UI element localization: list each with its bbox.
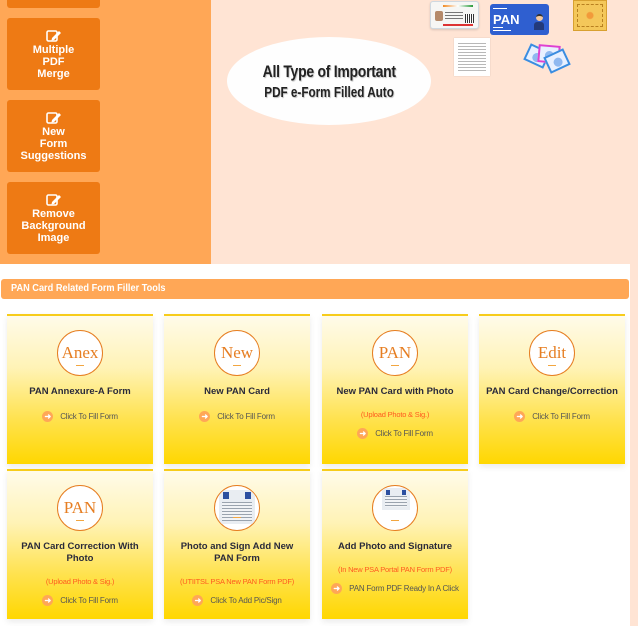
badge-text: Anex [61, 343, 99, 362]
button-label: New Form Suggestions [20, 125, 87, 162]
arrow-right-icon: ➜ [192, 595, 204, 606]
section-title: PAN Card Related Form Filler Tools [11, 283, 166, 294]
card-link[interactable]: ➜ Click To Fill Form [479, 411, 625, 422]
card-link[interactable]: ➜ Click To Fill Form [164, 411, 310, 422]
person-icon [534, 14, 544, 30]
pan-tools-section: PAN Card Related Form Filler Tools Anex … [0, 264, 630, 626]
link-text: Click To Fill Form [375, 429, 433, 438]
link-text: Click To Fill Form [60, 596, 118, 605]
card-link[interactable]: ➜ Click To Add Pic/Sign [164, 595, 310, 606]
link-text: Click To Add Pic/Sign [210, 596, 282, 605]
card-pan-annexure-a[interactable]: Anex PAN Annexure-A Form ➜ Click To Fill… [7, 314, 153, 464]
card-photo-sign-add-new-pan[interactable]: Photo and Sign Add New PAN Form (UTIITSL… [164, 469, 310, 619]
edit-icon [45, 111, 61, 124]
form-thumbnail-icon [372, 485, 418, 531]
banner-line-1: All Type of Important [262, 61, 396, 81]
remove-background-image-button[interactable]: Remove Background Image [7, 182, 100, 254]
card-title: PAN Card Correction With Photo [21, 541, 139, 564]
edit-icon [45, 29, 61, 42]
button-label: Remove Background Image [21, 207, 86, 244]
tools-sidebar: Multiple PDF Merge New Form Suggestions … [0, 0, 211, 264]
arrow-right-icon: ➜ [331, 583, 343, 594]
card-subtitle: (UTIITSL PSA New PAN Form PDF) [179, 577, 294, 586]
card-new-pan[interactable]: New New PAN Card ➜ Click To Fill Form [164, 314, 310, 464]
badge-text: PAN [63, 498, 97, 517]
arrow-right-icon: ➜ [42, 411, 54, 422]
card-link[interactable]: ➜ PAN Form PDF Ready In A Click [322, 583, 468, 594]
page-margin [630, 264, 638, 626]
link-text: Click To Fill Form [217, 412, 275, 421]
card-title: New PAN Card [204, 386, 270, 397]
badge-icon: New [214, 330, 260, 376]
button-label: Multiple PDF Merge [32, 43, 75, 80]
page: Multiple PDF Merge New Form Suggestions … [0, 0, 638, 626]
badge-icon: PAN [57, 485, 103, 531]
link-text: Click To Fill Form [532, 412, 590, 421]
badge-icon: PAN [372, 330, 418, 376]
document-image [454, 38, 490, 76]
form-thumbnail-icon [214, 485, 260, 531]
arrow-right-icon: ➜ [357, 428, 369, 439]
card-link[interactable]: ➜ Click To Fill Form [7, 595, 153, 606]
new-form-suggestions-button[interactable]: New Form Suggestions [7, 100, 100, 172]
card-subtitle: (Upload Photo & Sig.) [45, 577, 115, 586]
section-header: PAN Card Related Form Filler Tools [1, 279, 629, 299]
certificate-image [573, 0, 607, 31]
card-title: New PAN Card with Photo [336, 386, 454, 397]
badge-text: Edit [537, 343, 567, 362]
link-text: PAN Form PDF Ready In A Click [349, 584, 459, 593]
sidebar-button-partial[interactable] [7, 0, 100, 8]
badge-icon: Edit [529, 330, 575, 376]
card-link[interactable]: ➜ Click To Fill Form [322, 428, 468, 439]
banner-headline: All Type of Important PDF e-Form Filled … [227, 37, 431, 125]
arrow-right-icon: ➜ [42, 595, 54, 606]
photo-cards-image [523, 43, 573, 74]
multiple-pdf-merge-button[interactable]: Multiple PDF Merge [7, 18, 100, 90]
link-text: Click To Fill Form [60, 412, 118, 421]
card-title: PAN Card Change/Correction [486, 386, 618, 397]
arrow-right-icon: ➜ [199, 411, 211, 422]
card-subtitle: (Upload Photo & Sig.) [360, 410, 430, 419]
card-add-photo-signature[interactable]: Add Photo and Signature (In New PSA Port… [322, 469, 468, 619]
edit-icon [45, 193, 61, 206]
aadhaar-card-image [430, 1, 479, 29]
promo-banner: All Type of Important PDF e-Form Filled … [211, 0, 638, 264]
badge-text: PAN [378, 343, 412, 362]
arrow-right-icon: ➜ [514, 411, 526, 422]
card-title: Add Photo and Signature [338, 541, 452, 552]
pan-card-image: PAN [490, 4, 549, 35]
card-pan-correction-with-photo[interactable]: PAN PAN Card Correction With Photo (Uplo… [7, 469, 153, 619]
banner-line-2: PDF e-Form Filled Auto [264, 83, 394, 101]
card-title: PAN Annexure-A Form [29, 386, 131, 397]
card-pan-change-correction[interactable]: Edit PAN Card Change/Correction ➜ Click … [479, 314, 625, 464]
badge-text: New [220, 343, 254, 362]
badge-icon: Anex [57, 330, 103, 376]
card-new-pan-with-photo[interactable]: PAN New PAN Card with Photo (Upload Phot… [322, 314, 468, 464]
card-link[interactable]: ➜ Click To Fill Form [7, 411, 153, 422]
card-subtitle: (In New PSA Portal PAN Form PDF) [338, 565, 452, 574]
pan-card-label: PAN [493, 12, 520, 27]
card-title: Photo and Sign Add New PAN Form [180, 541, 294, 564]
